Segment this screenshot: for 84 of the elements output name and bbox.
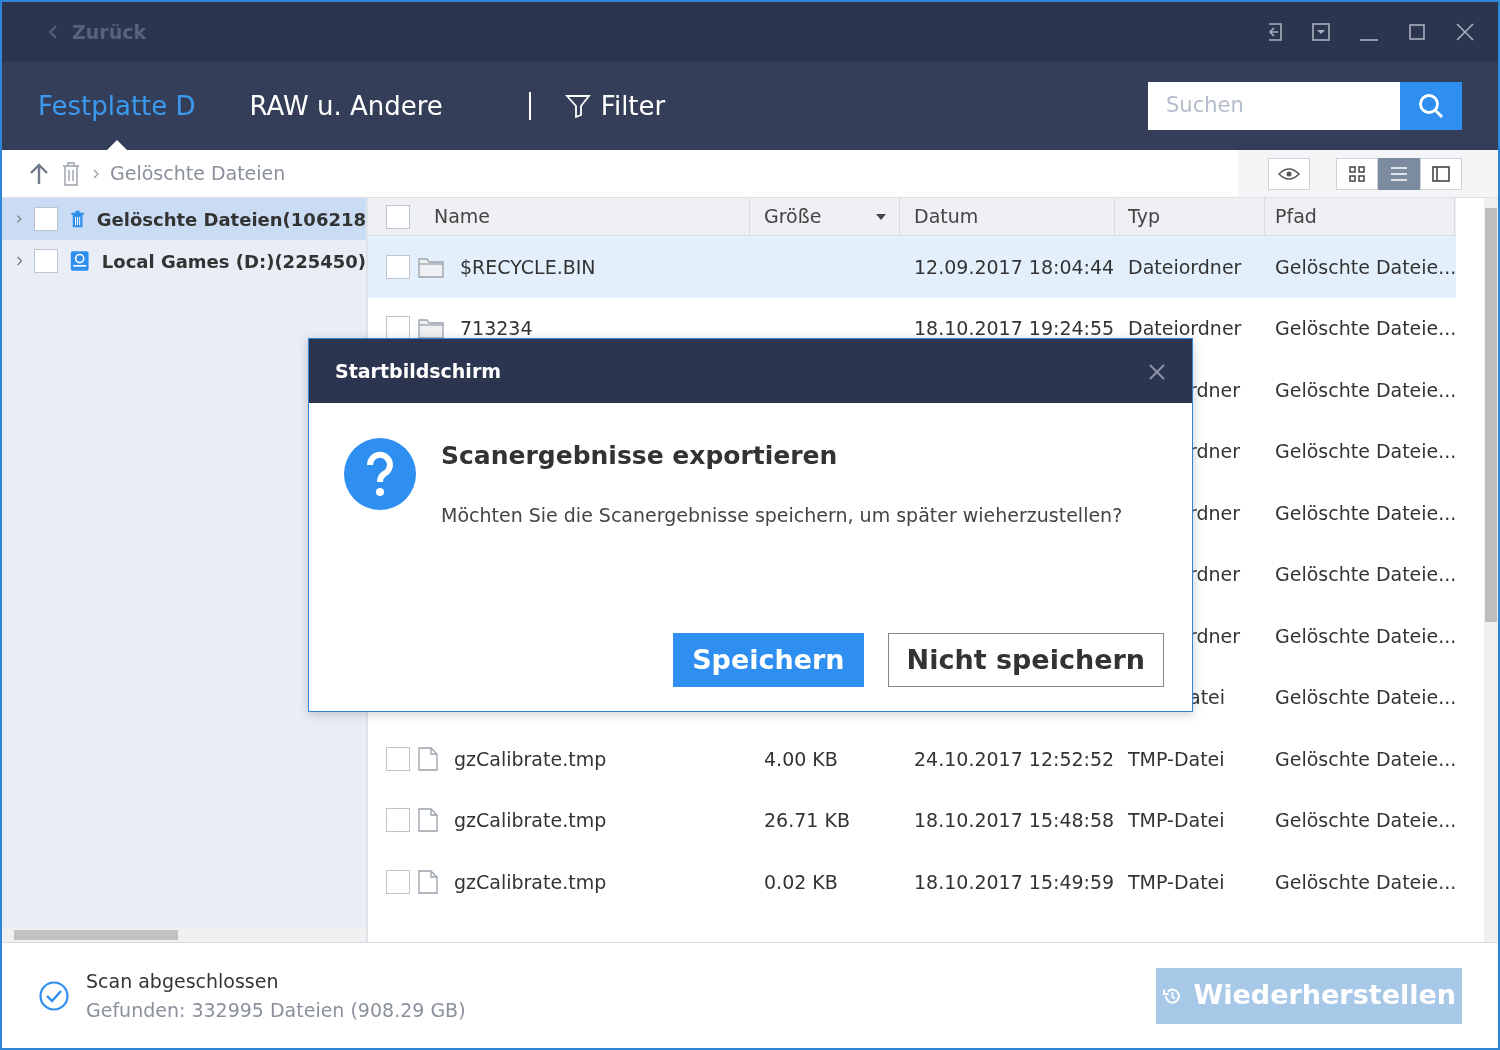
table-cell-text: gzCalibrate.tmp — [454, 746, 607, 772]
tab[interactable]: RAW u. Andere — [249, 62, 443, 150]
tree-label: Local Games (D:)(225450) — [101, 249, 366, 274]
chevron-right-icon[interactable] — [16, 254, 23, 268]
status-title: Scan abgeschlossen — [86, 969, 280, 994]
checkbox[interactable] — [386, 316, 410, 341]
tree-item[interactable]: Local Games (D:)(225450) — [2, 240, 366, 282]
file-icon — [418, 808, 438, 833]
table-cell: Gelöschte Dateie... — [1275, 747, 1457, 770]
checkbox[interactable] — [33, 207, 58, 231]
table-cell-text: gzCalibrate.tmp — [454, 808, 607, 833]
view-mode-button[interactable] — [1378, 157, 1420, 190]
up-arrow-icon[interactable] — [28, 161, 50, 186]
check-circle-icon — [38, 979, 70, 1012]
column-header[interactable]: Typ — [1115, 198, 1265, 235]
table-cell: 24.10.2017 12:52:52 — [914, 747, 1115, 770]
checkbox[interactable] — [386, 254, 410, 279]
search-icon — [1417, 92, 1445, 120]
table-cell: Gelöschte Dateie... — [1275, 501, 1457, 524]
eye-icon — [1278, 166, 1300, 181]
preview-button[interactable] — [1268, 157, 1310, 190]
table-cell: Gelöschte Dateie... — [1275, 809, 1457, 831]
checkbox[interactable] — [34, 249, 59, 273]
dont-save-button[interactable]: Nicht speichern — [887, 633, 1164, 687]
table-cell: Gelöschte Dateie... — [1275, 563, 1457, 585]
chevron-right-icon[interactable] — [16, 212, 22, 226]
table-cell: 18.10.2017 15:48:58 — [914, 809, 1115, 831]
sort-caret-icon — [875, 212, 887, 221]
table-cell-text: $RECYCLE.BIN — [460, 254, 596, 280]
file-icon — [418, 746, 438, 771]
table-cell: 0.02 KB — [764, 870, 838, 893]
filter-button[interactable]: Filter — [564, 86, 666, 126]
table-cell: TMP-Datei — [1128, 747, 1225, 770]
chevron-right-icon — [92, 167, 100, 180]
table-row[interactable]: $RECYCLE.BIN 12.09.2017 18:04:44 Dateiordner Gelöschte Dateie... — [368, 236, 1456, 298]
grid-icon — [1349, 165, 1365, 182]
table-cell: Gelöschte Dateie... — [1275, 317, 1457, 339]
folder-icon — [418, 317, 444, 340]
dialog-title: Startbildschirm — [335, 358, 502, 384]
table-cell: 12.09.2017 18:04:44 — [914, 255, 1115, 278]
checkbox[interactable] — [386, 204, 410, 229]
table-cell: TMP-Datei — [1128, 809, 1225, 831]
table-cell-text: 713234 — [460, 316, 533, 341]
table-cell: 18.10.2017 19:24:55 — [914, 317, 1115, 339]
close-icon — [1148, 363, 1166, 382]
tree-item[interactable]: Gelöschte Dateien(106218 — [2, 198, 366, 240]
column-header[interactable]: Pfad — [1265, 198, 1455, 235]
dialog-message: Möchten Sie die Scanergebnisse speichern, um später wieherzustellen? — [441, 502, 1123, 528]
search-field[interactable]: Suchen — [1148, 82, 1400, 130]
search-button[interactable] — [1400, 82, 1462, 130]
tree-label: Gelöschte Dateien(106218 — [96, 207, 366, 232]
funnel-icon — [564, 93, 591, 119]
dialog-heading: Scanergebnisse exportieren — [441, 440, 839, 472]
column-header[interactable]: Größe — [750, 198, 900, 235]
tab[interactable]: Festplatte D — [38, 62, 196, 150]
file-icon — [418, 869, 438, 894]
table-cell: Dateiordner — [1128, 255, 1242, 278]
table-cell: TMP-Datei — [1128, 870, 1225, 893]
list-icon — [1390, 165, 1408, 182]
table-cell: Gelöschte Dateie... — [1275, 686, 1457, 708]
column-header[interactable]: Datum — [900, 198, 1115, 235]
table-cell: 26.71 KB — [764, 809, 850, 831]
horizontal-scrollbar[interactable] — [2, 928, 366, 942]
chevron-left-icon — [48, 24, 58, 40]
panel-icon — [1432, 165, 1450, 182]
table-cell: 18.10.2017 15:49:59 — [914, 870, 1115, 893]
drive-icon — [70, 248, 90, 274]
table-cell: Gelöschte Dateie... — [1275, 870, 1457, 893]
question-icon — [343, 437, 417, 511]
checkbox[interactable] — [386, 808, 410, 833]
trash-icon — [60, 160, 82, 187]
checkbox[interactable] — [386, 869, 410, 894]
table-cell: Gelöschte Dateie... — [1275, 440, 1457, 462]
table-cell: Gelöschte Dateie... — [1275, 624, 1457, 647]
table-cell: Gelöschte Dateie... — [1275, 378, 1457, 401]
vertical-scrollbar[interactable] — [1484, 198, 1498, 942]
table-cell: Gelöschte Dateie... — [1275, 255, 1457, 278]
table-cell: 4.00 KB — [764, 747, 838, 770]
column-header[interactable]: Name — [368, 198, 750, 235]
status-detail: Gefunden: 332995 Dateien (908.29 GB) — [86, 997, 466, 1023]
checkbox[interactable] — [386, 746, 410, 771]
table-cell: Dateiordner — [1128, 317, 1242, 339]
folder-icon — [418, 255, 444, 278]
table-cell-text: gzCalibrate.tmp — [454, 869, 607, 895]
